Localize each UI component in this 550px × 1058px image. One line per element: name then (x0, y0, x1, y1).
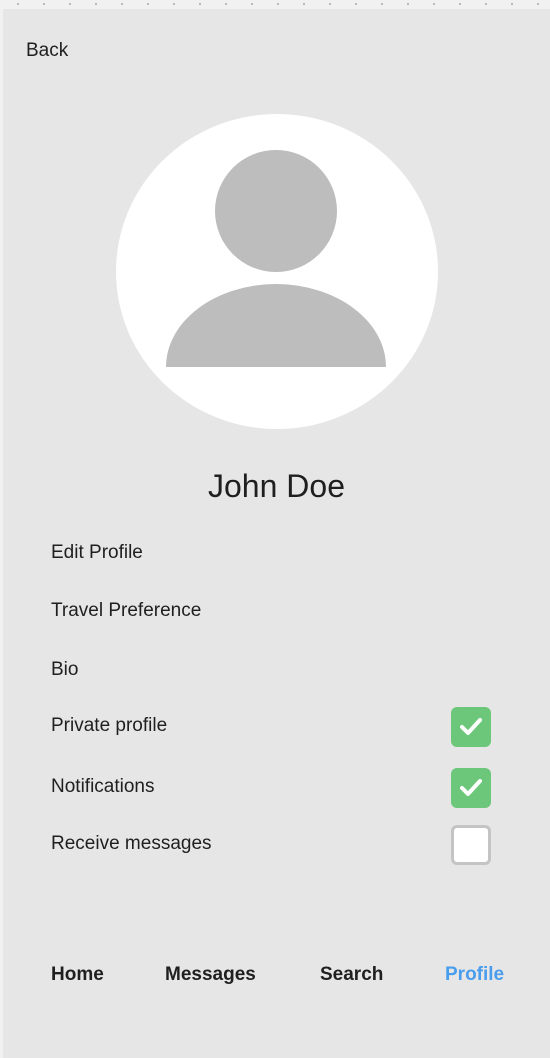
tab-profile[interactable]: Profile (445, 964, 504, 986)
setting-label: Notifications (51, 776, 155, 797)
edit-profile-link[interactable]: Edit Profile (51, 542, 143, 564)
bio-link[interactable]: Bio (51, 659, 78, 681)
setting-notifications: Notifications (51, 768, 491, 808)
checkmark-icon (460, 718, 482, 735)
private-profile-checkbox[interactable] (451, 707, 491, 747)
profile-screen: Back John Doe Edit Profile Travel Prefer… (3, 9, 550, 1058)
tab-search[interactable]: Search (320, 964, 383, 986)
travel-preference-link[interactable]: Travel Preference (51, 600, 201, 622)
tab-messages[interactable]: Messages (165, 964, 256, 986)
tab-home[interactable]: Home (51, 964, 104, 986)
profile-name: John Doe (208, 468, 345, 504)
person-placeholder-icon (166, 150, 386, 367)
checkmark-icon (460, 779, 482, 796)
setting-receive-messages: Receive messages (51, 825, 491, 865)
avatar[interactable] (116, 114, 438, 429)
back-button[interactable]: Back (26, 40, 68, 62)
notifications-checkbox[interactable] (451, 768, 491, 808)
setting-private-profile: Private profile (51, 707, 491, 747)
receive-messages-checkbox[interactable] (451, 825, 491, 865)
top-ruler (0, 0, 550, 8)
bottom-tab-bar: Home Messages Search Profile (3, 964, 550, 994)
setting-label: Receive messages (51, 833, 212, 854)
app-canvas: Back John Doe Edit Profile Travel Prefer… (0, 0, 550, 1058)
setting-label: Private profile (51, 715, 168, 736)
